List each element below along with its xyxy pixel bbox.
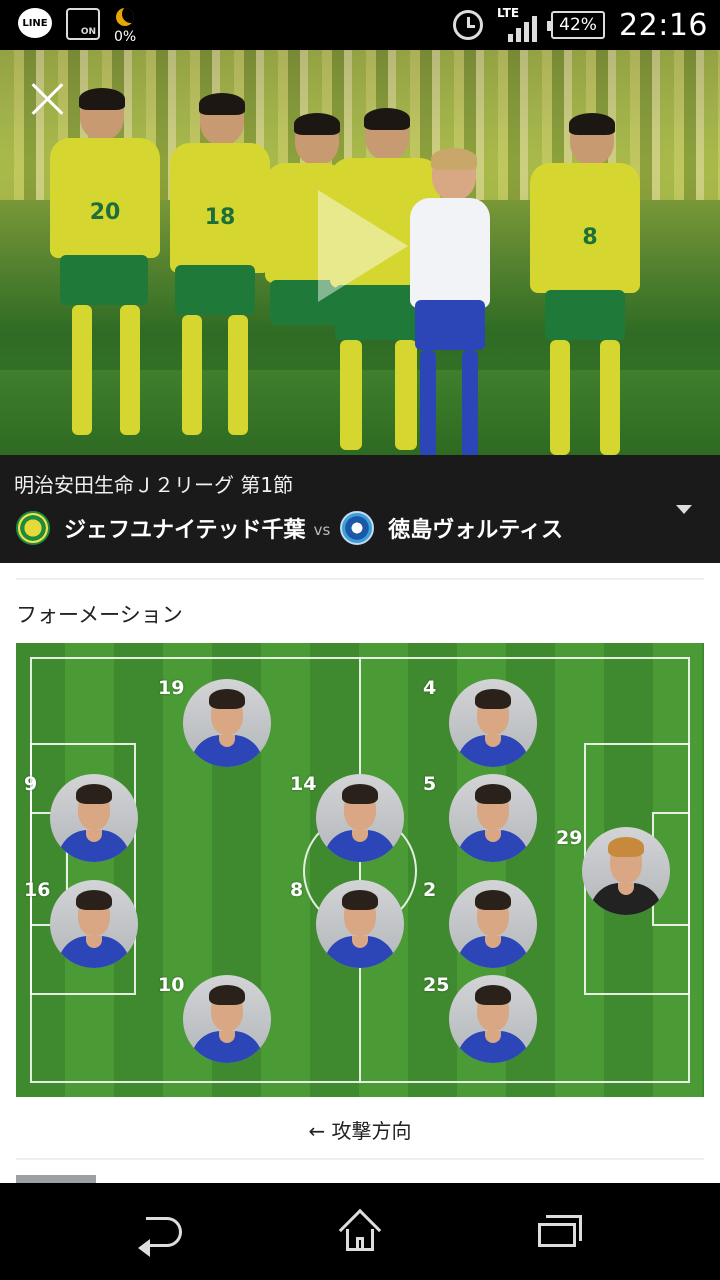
battery-icon: 42% xyxy=(547,11,606,39)
play-icon[interactable] xyxy=(318,190,408,302)
next-item-thumbnail[interactable] xyxy=(16,1175,96,1183)
recent-apps-icon[interactable] xyxy=(538,1215,582,1249)
player-number: 16 xyxy=(24,879,51,901)
navigation-bar xyxy=(0,1183,720,1280)
player-photo[interactable] xyxy=(449,679,537,767)
status-notifications: LINE ON 0% xyxy=(18,8,136,44)
signal-icon: LTE xyxy=(497,6,538,42)
formation-pitch: 19 4 9 14 5 29 16 8 2 10 25 xyxy=(16,643,704,1097)
player-number: 4 xyxy=(423,677,437,699)
data-usage: 0% xyxy=(114,8,136,44)
wifi-on-icon: ON xyxy=(66,8,100,40)
player-number: 10 xyxy=(158,974,185,996)
close-icon[interactable] xyxy=(30,80,66,116)
home-team-name: ジェフユナイテッド千葉 xyxy=(64,518,306,543)
alarm-icon xyxy=(453,10,484,40)
player-number: 19 xyxy=(158,677,185,699)
player-number: 9 xyxy=(24,773,38,795)
attack-direction: ← 攻撃方向 xyxy=(308,1119,412,1143)
home-icon[interactable] xyxy=(338,1208,382,1253)
battery-level: 42% xyxy=(559,15,597,35)
formation-section: フォーメーション 19 4 9 14 5 29 16 8 2 10 25 ← 攻… xyxy=(0,563,720,1183)
dropdown-arrow-icon[interactable] xyxy=(676,505,692,514)
back-icon[interactable] xyxy=(138,1215,184,1257)
section-title: フォーメーション xyxy=(16,603,183,627)
player-photo[interactable] xyxy=(50,774,138,862)
player-number: 8 xyxy=(290,879,304,901)
player-number: 2 xyxy=(423,879,437,901)
match-video[interactable]: 20 18 24 27 8 xyxy=(0,50,720,455)
clock: 22:16 xyxy=(619,7,708,43)
teams-row: ジェフユナイテッド千葉 vs 徳島ヴォルティス xyxy=(16,511,563,545)
vs-label: vs xyxy=(313,521,331,539)
player-photo[interactable] xyxy=(50,880,138,968)
away-team-crest-icon xyxy=(340,511,375,545)
home-team-crest-icon xyxy=(16,511,50,545)
wifi-on-label: ON xyxy=(80,27,96,37)
status-bar: LINE ON 0% LTE 42% 22:16 xyxy=(0,0,720,50)
player-photo[interactable] xyxy=(183,975,271,1063)
status-system: LTE 42% 22:16 xyxy=(453,6,708,44)
player-number: 25 xyxy=(423,974,450,996)
player-photo[interactable] xyxy=(449,774,537,862)
player-photo[interactable] xyxy=(183,679,271,767)
away-team-name: 徳島ヴォルティス xyxy=(388,518,563,543)
player-number: 29 xyxy=(556,827,583,849)
player-photo[interactable] xyxy=(316,774,404,862)
player-photo[interactable] xyxy=(316,880,404,968)
divider xyxy=(16,1158,704,1160)
league-round: 明治安田生命Ｊ２リーグ 第1節 xyxy=(14,473,294,497)
signal-bars xyxy=(508,16,538,42)
player-number: 5 xyxy=(423,773,437,795)
line-icon: LINE xyxy=(18,8,52,38)
goalkeeper-photo[interactable] xyxy=(582,827,670,915)
player-photo[interactable] xyxy=(449,975,537,1063)
moon-icon xyxy=(116,8,135,26)
player-number: 14 xyxy=(290,773,317,795)
match-header[interactable]: 明治安田生命Ｊ２リーグ 第1節 ジェフユナイテッド千葉 vs 徳島ヴォルティス xyxy=(0,455,720,563)
player-photo[interactable] xyxy=(449,880,537,968)
data-usage-label: 0% xyxy=(114,29,137,45)
divider xyxy=(16,578,704,580)
